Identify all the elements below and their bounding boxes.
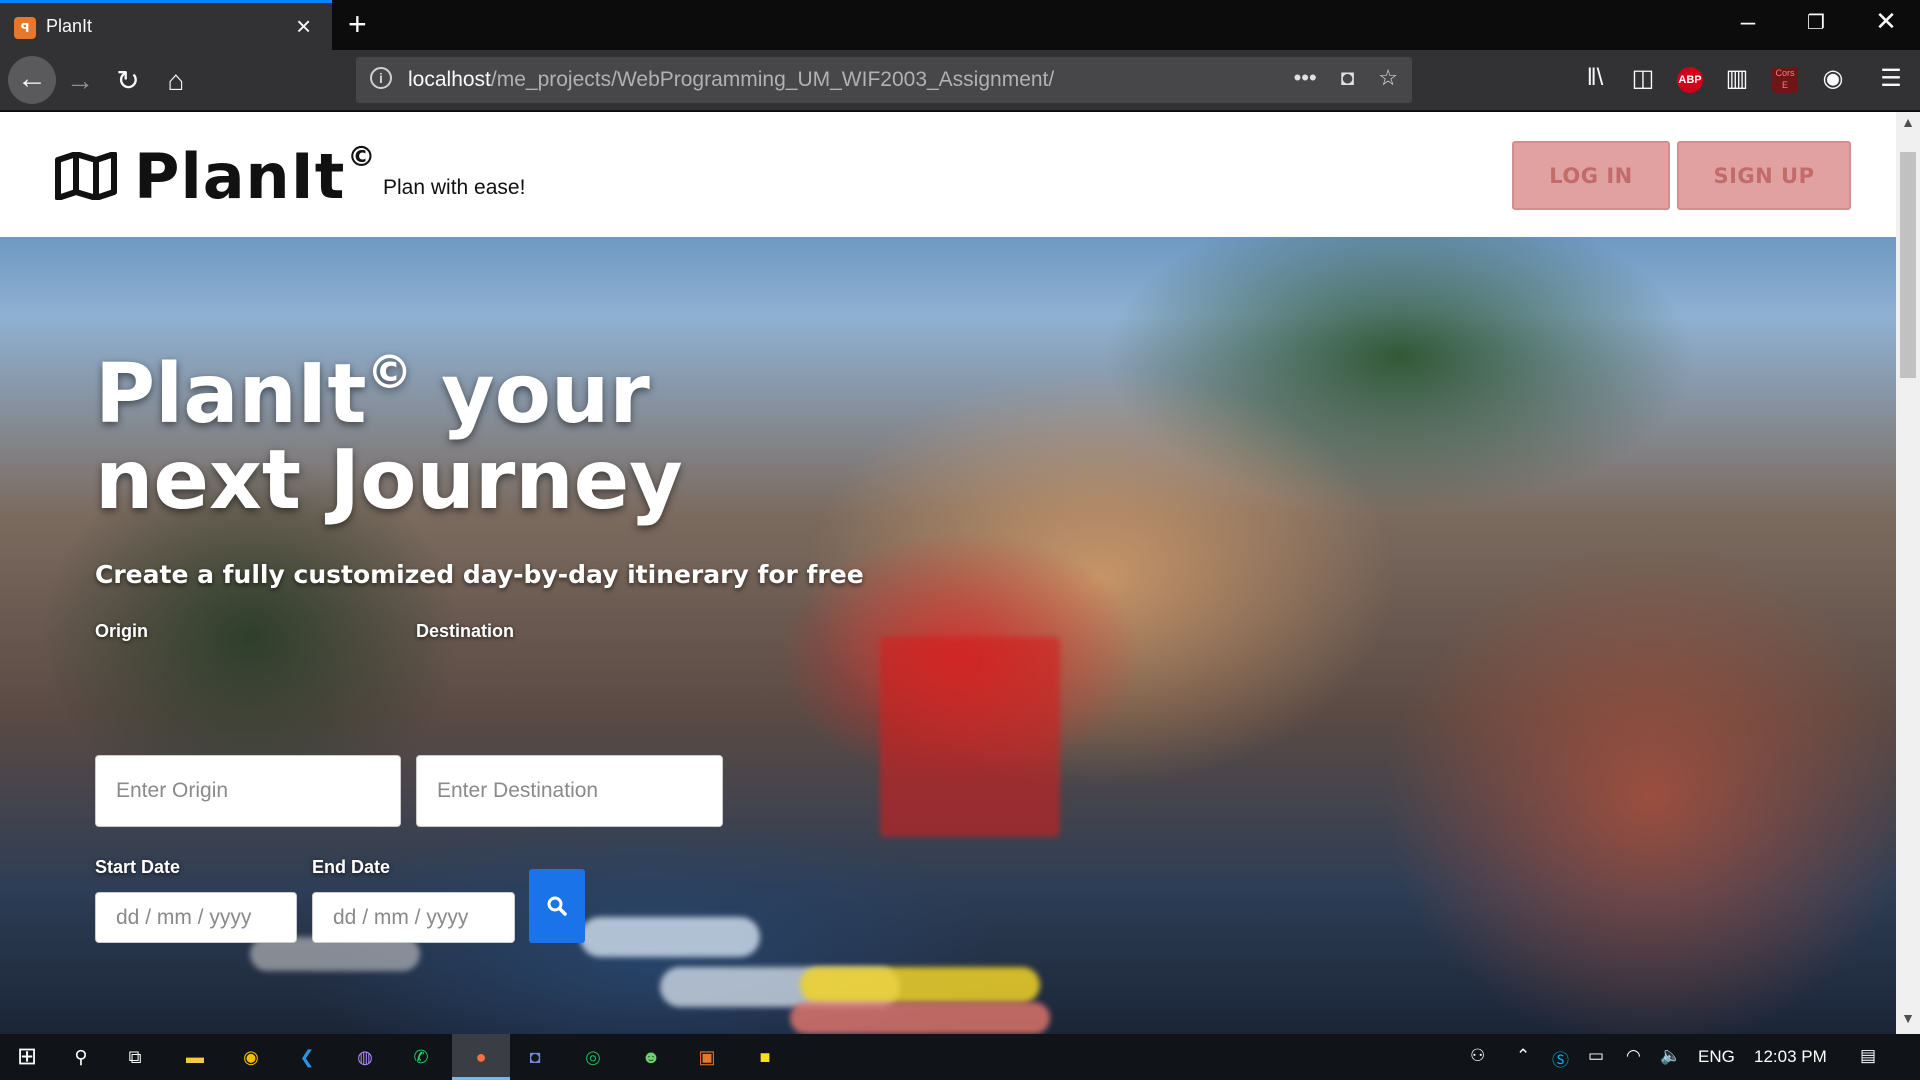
address-bar[interactable]: i localhost/me_projects/WebProgramming_U… [356, 57, 1412, 103]
skype-icon[interactable]: Ⓢ [1552, 1046, 1569, 1071]
messenger-icon[interactable]: ◍ [350, 1042, 380, 1072]
restore-button[interactable]: ❐ [1786, 10, 1846, 35]
extension-icon[interactable]: ▥ [1720, 64, 1754, 93]
hero-banner: PlanIt© your next Journey Create a fully… [0, 237, 1896, 1034]
tray-chevron-icon[interactable]: ⌃ [1516, 1046, 1530, 1066]
library-icon[interactable]: ‖\ [1578, 64, 1612, 92]
wifi-icon[interactable]: ◠ [1626, 1046, 1641, 1066]
planit-favicon-icon: ꟼ [14, 17, 36, 39]
end-date-label: End Date [312, 857, 391, 877]
xampp-icon[interactable]: ▣ [692, 1042, 722, 1072]
search-icon [547, 896, 567, 916]
site-header: PlanIt© Plan with ease! LOG IN SIGN UP [0, 112, 1896, 237]
site-info-icon[interactable]: i [370, 67, 392, 89]
page-actions-icon[interactable]: ••• [1294, 65, 1317, 90]
browser-tab[interactable]: ꟼ PlanIt × [0, 0, 332, 50]
clock[interactable]: 12:03 PM [1754, 1047, 1827, 1067]
destination-label: Destination [416, 621, 515, 641]
minimize-button[interactable]: – [1718, 6, 1778, 37]
end-date-input[interactable]: dd / mm / yyyy [312, 892, 515, 943]
site-logo[interactable]: PlanIt© [134, 140, 376, 213]
cors-icon[interactable]: Cors E [1772, 67, 1798, 93]
battery-icon[interactable]: ▭ [1588, 1046, 1604, 1066]
sticky-notes-icon[interactable]: ■ [750, 1042, 780, 1072]
page-scrollbar[interactable]: ▲ ▼ [1896, 112, 1920, 1034]
close-window-button[interactable]: ✕ [1856, 6, 1916, 37]
tab-close-icon[interactable]: × [296, 13, 311, 39]
destination-input[interactable]: Enter Destination [416, 755, 723, 827]
search-taskbar-icon[interactable]: ⚲ [66, 1042, 96, 1072]
file-explorer-icon[interactable]: ▬ [180, 1042, 210, 1072]
new-tab-button[interactable]: + [348, 6, 367, 43]
whatsapp-icon[interactable]: ✆ [406, 1042, 436, 1072]
hero-subtitle: Create a fully customized day-by-day iti… [95, 560, 864, 589]
web-page: PlanIt© Plan with ease! LOG IN SIGN UP P… [0, 112, 1896, 1034]
firefox-icon[interactable]: ● [466, 1042, 496, 1072]
pocket-icon[interactable]: ◘ [1341, 65, 1354, 90]
account-icon[interactable]: ◉ [1816, 64, 1850, 93]
start-date-input[interactable]: dd / mm / yyyy [95, 892, 297, 943]
reload-button[interactable]: ↻ [108, 62, 148, 100]
hero-title: PlanIt© your next Journey [95, 345, 683, 528]
bookmark-star-icon[interactable]: ☆ [1378, 65, 1398, 90]
scroll-thumb[interactable] [1900, 152, 1916, 378]
language-indicator[interactable]: ENG [1698, 1047, 1735, 1067]
signup-button[interactable]: SIGN UP [1677, 141, 1851, 210]
home-button[interactable]: ⌂ [156, 62, 196, 100]
windows-taskbar: ⊞ ⚲ ⧉ ▬ ◉ ❮ ◍ ✆ ● ◘ ◎ ☻ ▣ ■ ⚇ ⌃ Ⓢ ▭ ◠ 🔈 … [0, 1034, 1920, 1080]
sidebar-icon[interactable]: ◫ [1626, 64, 1660, 93]
volume-icon[interactable]: 🔈 [1660, 1046, 1681, 1066]
vscode-icon[interactable]: ❮ [292, 1042, 322, 1072]
adblock-icon[interactable]: ABP [1677, 67, 1703, 93]
scroll-up-arrow-icon[interactable]: ▲ [1896, 114, 1920, 136]
notifications-icon[interactable]: ▤ [1860, 1046, 1876, 1066]
tab-strip: ꟼ PlanIt × + – ❐ ✕ [0, 0, 1920, 50]
people-icon[interactable]: ⚇ [1470, 1046, 1485, 1066]
discord-icon[interactable]: ◘ [520, 1042, 550, 1072]
search-button[interactable] [529, 869, 585, 943]
menu-icon[interactable]: ☰ [1874, 64, 1908, 93]
origin-input[interactable]: Enter Origin [95, 755, 401, 827]
navigation-toolbar: ← → ↻ ⌂ i localhost/me_projects/WebProgr… [0, 50, 1920, 111]
back-button[interactable]: ← [8, 56, 56, 104]
task-view-icon[interactable]: ⧉ [120, 1042, 150, 1072]
start-date-label: Start Date [95, 857, 181, 877]
spotify-icon[interactable]: ◎ [578, 1042, 608, 1072]
site-tagline: Plan with ease! [383, 176, 526, 199]
chrome-icon[interactable]: ◉ [236, 1042, 266, 1072]
origin-label: Origin [95, 621, 148, 641]
app-icon[interactable]: ☻ [636, 1042, 666, 1072]
map-logo-icon [55, 152, 117, 200]
forward-button[interactable]: → [60, 62, 100, 100]
scroll-down-arrow-icon[interactable]: ▼ [1896, 1010, 1920, 1032]
tab-title: PlanIt [46, 16, 93, 36]
login-button[interactable]: LOG IN [1512, 141, 1670, 210]
url-text[interactable]: localhost/me_projects/WebProgramming_UM_… [408, 68, 1054, 92]
windows-start-icon[interactable]: ⊞ [12, 1042, 42, 1072]
